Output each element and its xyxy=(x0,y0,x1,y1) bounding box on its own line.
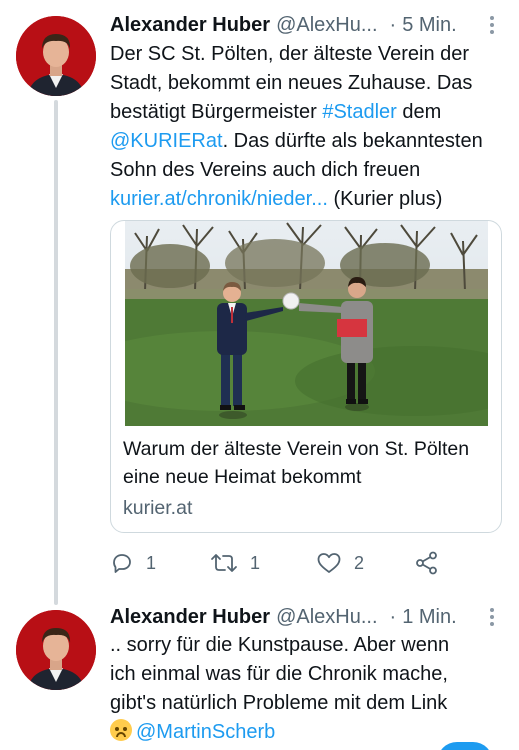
mention-link[interactable]: @MartinScherb xyxy=(136,721,275,743)
tweet-text-line: .. sorry für die Kunstpause. Aber wenn xyxy=(110,634,450,656)
tweet[interactable]: Alexander Huber @AlexHu... · 1 Min. .. s… xyxy=(0,598,519,750)
tweet-text: .. sorry für die Kunstpause. Aber wenn i… xyxy=(110,631,505,747)
hashtag-link[interactable]: #Stadler xyxy=(322,101,397,123)
like-button[interactable]: 2 xyxy=(316,548,364,578)
link-preview-card[interactable]: Warum der älteste Verein von St. Pölten … xyxy=(110,220,502,533)
separator-dot: · xyxy=(389,13,397,36)
author-handle[interactable]: @AlexHu... xyxy=(276,606,377,629)
author-name[interactable]: Alexander Huber xyxy=(110,606,270,629)
tweet-text-line: bestätigt Bürgermeister #Stadler dem xyxy=(110,101,442,123)
retweet-icon xyxy=(211,554,237,572)
card-image xyxy=(125,221,488,426)
reply-count: 1 xyxy=(146,552,157,573)
tweet-text: Der SC St. Pölten, der älteste Verein de… xyxy=(110,40,505,214)
heart-icon xyxy=(317,553,341,573)
tweet-header: Alexander Huber @AlexHu... · 1 Min. xyxy=(110,604,499,630)
upside-down-face-emoji-icon xyxy=(110,719,132,741)
separator-dot: · xyxy=(389,605,397,628)
timestamp[interactable]: 1 Min. xyxy=(402,606,456,629)
mention-link[interactable]: @KURIERat xyxy=(110,130,223,152)
author-handle[interactable]: @AlexHu... xyxy=(276,14,377,37)
url-link[interactable]: kurier.at/chronik/nieder... xyxy=(110,188,328,210)
tweet-text-line: ich einmal was für die Chronik mache, xyxy=(110,663,448,685)
tweet-text-line: @KURIERat. Das dürfte als bekanntesten xyxy=(110,130,483,152)
tweet-text-line: Sohn des Vereins auch dich freuen xyxy=(110,159,421,181)
reply-icon xyxy=(113,554,131,573)
tweet-text-line: gibt's natürlich Probleme mit dem Link xyxy=(110,692,448,714)
timestamp[interactable]: 5 Min. xyxy=(402,14,456,37)
more-options-icon[interactable] xyxy=(485,14,499,36)
tweet-text-line: @MartinScherb xyxy=(110,718,505,747)
tweet[interactable]: Alexander Huber @AlexHu... · 5 Min. Der … xyxy=(0,0,519,598)
avatar[interactable] xyxy=(16,16,96,96)
share-button[interactable] xyxy=(414,548,440,578)
tweet-text-line: kurier.at/chronik/nieder... (Kurier plus… xyxy=(110,188,443,210)
card-title[interactable]: Warum der älteste Verein von St. Pölten … xyxy=(123,435,493,491)
more-options-icon[interactable] xyxy=(485,606,499,628)
reply-button[interactable]: 1 xyxy=(110,548,156,578)
tweet-text-line: Der SC St. Pölten, der älteste Verein de… xyxy=(110,43,470,65)
like-count: 2 xyxy=(354,552,365,573)
author-name[interactable]: Alexander Huber xyxy=(110,14,270,37)
retweet-count: 1 xyxy=(250,552,261,573)
card-domain: kurier.at xyxy=(123,497,193,519)
share-icon xyxy=(416,551,437,575)
tweet-header: Alexander Huber @AlexHu... · 5 Min. xyxy=(110,12,499,38)
avatar[interactable] xyxy=(16,610,96,690)
tweet-actions: 1 1 2 xyxy=(110,548,450,578)
retweet-button[interactable]: 1 xyxy=(210,548,260,578)
tweet-text-line: Stadt, bekommt ein neues Zuhause. Das xyxy=(110,72,473,94)
